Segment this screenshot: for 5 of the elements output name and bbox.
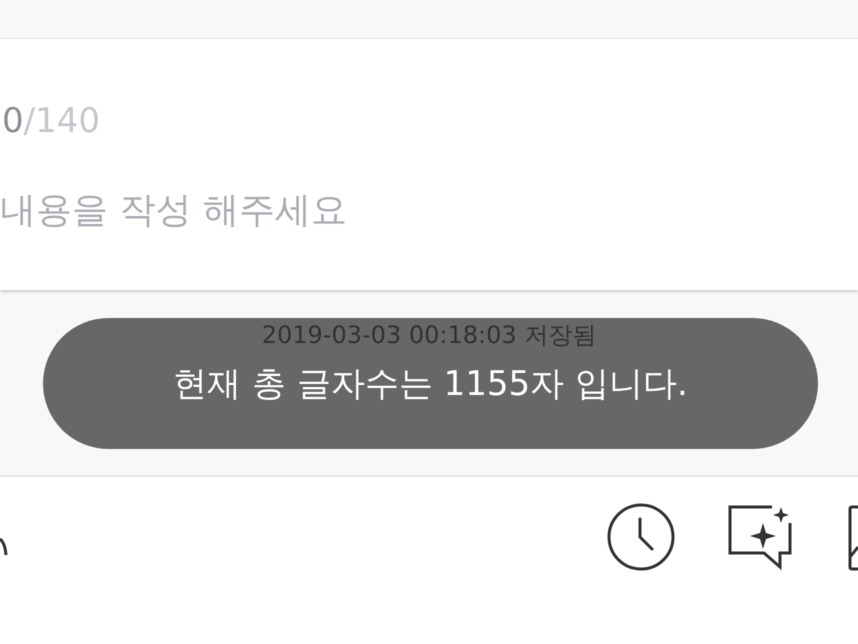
clock-icon[interactable] (607, 503, 675, 571)
content-input[interactable]: 내용을 작성 해주세요 (0, 185, 800, 235)
sparkle-chat-icon[interactable] (728, 505, 794, 571)
image-icon[interactable] (848, 505, 858, 571)
character-counter: 0/140 (2, 101, 101, 141)
